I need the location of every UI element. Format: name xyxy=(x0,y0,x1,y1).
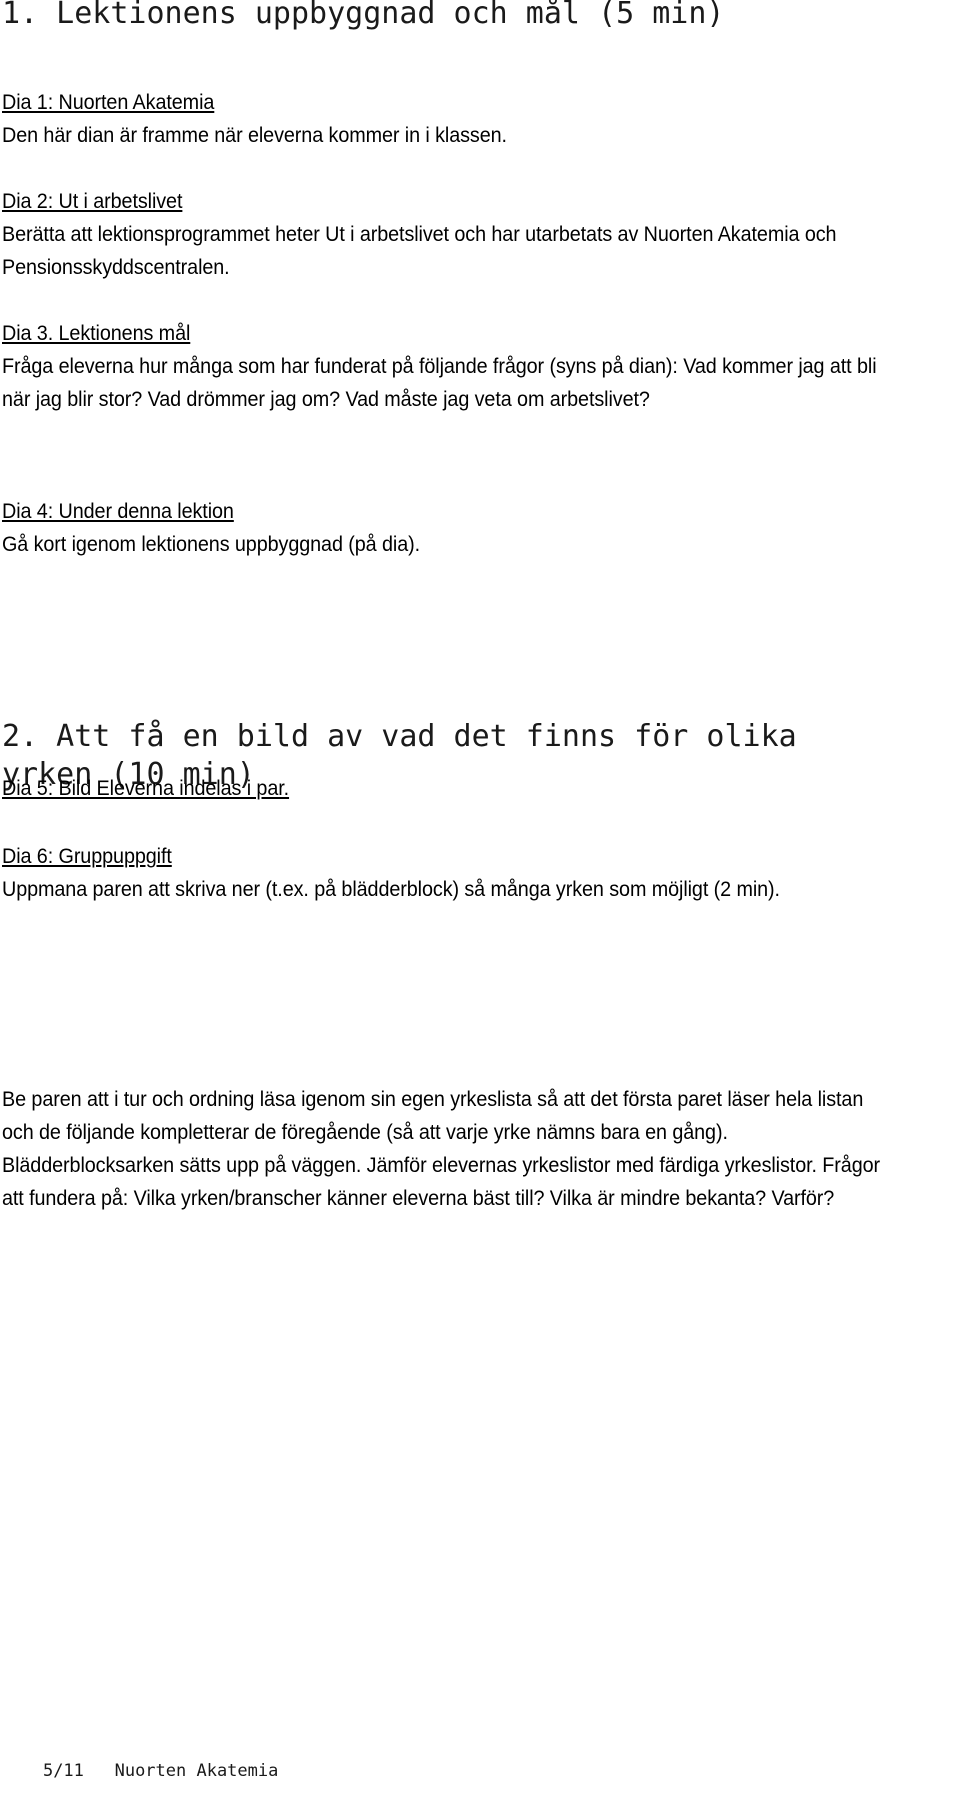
paragraph-lead-dia-3: Dia 3. Lektionens mål xyxy=(2,317,882,350)
slide-block-dia-4: Dia 4: Under denna lektion Gå kort igeno… xyxy=(2,495,882,561)
slide-lead-dia-4: Dia 4: Under denna lektion xyxy=(2,499,234,523)
paragraph-body-dia-1: Den här dian är framme när eleverna komm… xyxy=(2,123,507,147)
slide-lead-dia-6: Dia 6: Gruppuppgift xyxy=(2,844,172,868)
slide-lead-dia-2: Dia 2: Ut i arbetslivet xyxy=(2,189,183,213)
paragraph-body-dia-4: Gå kort igenom lektionens uppbyggnad (på… xyxy=(2,532,421,556)
paragraph-body-dia-3: Fråga eleverna hur många som har fundera… xyxy=(2,354,877,411)
slide-block-dia-2: Dia 2: Ut i arbetslivet Berätta att lekt… xyxy=(2,185,882,284)
slide-block-dia-6: Dia 6: Gruppuppgift Uppmana paren att sk… xyxy=(2,840,882,906)
paragraph-lead-dia-5: Dia 5: Bild Eleverna indelas i par. xyxy=(2,772,882,805)
paragraph-lead-dia-4: Dia 4: Under denna lektion xyxy=(2,495,882,528)
slide-lead-dia-5: Dia 5: Bild Eleverna indelas i par. xyxy=(2,776,290,800)
paragraph-lead-dia-1: Dia 1: Nuorten Akatemia xyxy=(2,86,882,119)
paragraph-body-dia-2: Berätta att lektionsprogrammet heter Ut … xyxy=(2,222,837,279)
slide-lead-dia-1: Dia 1: Nuorten Akatemia xyxy=(2,90,215,114)
slide-lead-dia-3: Dia 3. Lektionens mål xyxy=(2,321,191,345)
paragraph-body-closing: Be paren att i tur och ordning läsa igen… xyxy=(2,1087,881,1210)
section-heading-1: 1. Lektionens uppbyggnad och mål (5 min) xyxy=(2,0,725,31)
slide-block-dia-5: Dia 5: Bild Eleverna indelas i par. xyxy=(2,772,882,805)
document-page: 1. Lektionens uppbyggnad och mål (5 min)… xyxy=(0,0,960,1781)
slide-block-closing: Be paren att i tur och ordning läsa igen… xyxy=(2,1083,882,1215)
slide-block-dia-1: Dia 1: Nuorten Akatemia Den här dian är … xyxy=(2,86,882,152)
slide-block-dia-3: Dia 3. Lektionens mål Fråga eleverna hur… xyxy=(2,317,882,416)
footer-page-number: 5/11 Nuorten Akatemia xyxy=(42,1761,279,1781)
paragraph-lead-dia-2: Dia 2: Ut i arbetslivet xyxy=(2,185,882,218)
paragraph-lead-dia-6: Dia 6: Gruppuppgift xyxy=(2,840,882,873)
page-footer: 5/11 Nuorten Akatemia xyxy=(2,1738,278,1804)
paragraph-body-dia-6: Uppmana paren att skriva ner (t.ex. på b… xyxy=(2,877,780,901)
